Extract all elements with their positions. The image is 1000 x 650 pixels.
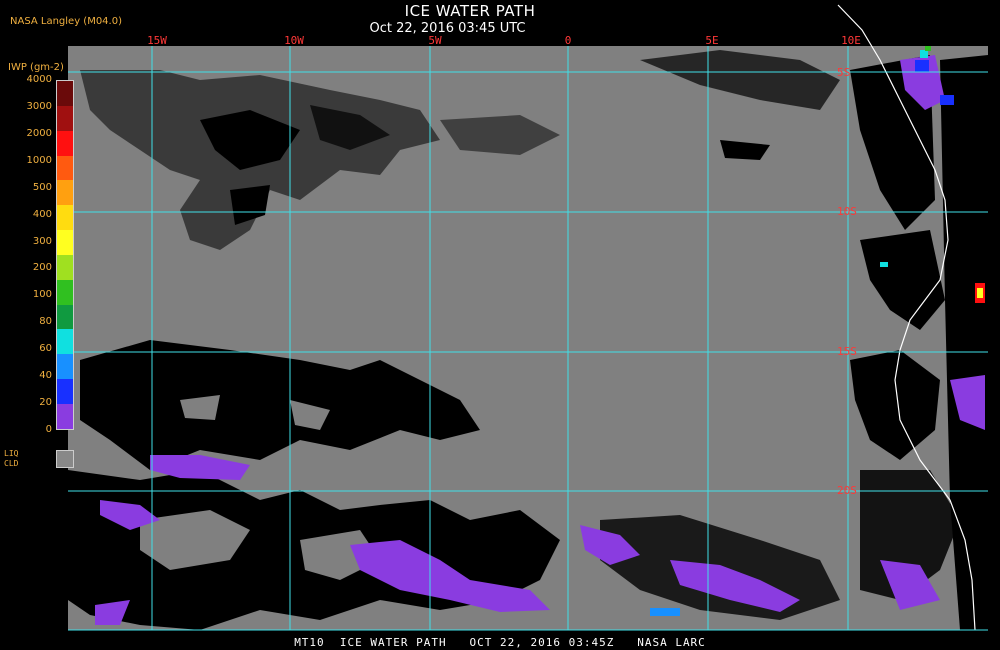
lon-label-10w: 10W [284,34,304,47]
liquid-cloud-swatch [56,450,74,468]
lat-label-20s: 20S [837,484,857,497]
lon-label-5w: 5W [428,34,442,47]
legend-tick: 80 [39,316,52,328]
footer-caption: MT10 ICE WATER PATH OCT 22, 2016 03:45Z … [294,636,706,649]
legend-tick: 0 [45,424,52,435]
legend-tick: 500 [32,181,52,193]
legend-tick: 100 [32,289,52,301]
legend-tick: 2000 [26,127,52,139]
legend-color-segment [57,254,73,280]
legend-color-segment [57,81,73,106]
legend-tick: 200 [32,262,52,274]
legend-tick: 1000 [26,154,52,166]
legend-color-segment [57,105,73,131]
legend-color-segment [57,180,73,206]
lat-label-10s: 10S [837,205,857,218]
lat-label-5s: 5S [837,66,851,79]
map-title: ICE WATER PATH [404,2,536,20]
legend-tick: 40 [39,370,52,382]
legend-color-segment [57,354,73,380]
legend-color-segment [57,155,73,181]
cld-label: CLD [4,459,19,468]
legend-color-segment [57,403,73,429]
liq-label: LIQ [4,449,19,458]
legend-tick: 3000 [26,100,52,112]
legend-color-segment [57,329,73,355]
legend-tick: 400 [32,208,52,220]
map-timestamp: Oct 22, 2016 03:45 UTC [369,21,526,36]
legend-tick: 60 [39,343,52,355]
credit-label: NASA Langley (M04.0) [10,16,122,27]
legend-color-segment [57,379,73,404]
legend-tick: 20 [39,397,52,409]
legend-colorbar [56,80,74,430]
lon-label-15w: 15W [147,34,167,47]
lon-label-0: 0 [564,34,572,47]
legend-color-segment [57,279,73,305]
lat-label-15s: 15S [837,345,857,358]
legend-tick: 300 [32,235,52,247]
lon-label-10e: 10E [841,34,861,47]
lon-label-5e: 5E [705,34,719,47]
legend-color-segment [57,130,73,156]
legend-color-segment [57,304,73,330]
legend-color-segment [57,230,73,255]
legend-tick: 4000 [26,74,52,85]
satellite-map [68,4,988,631]
legend-color-segment [57,205,73,231]
legend-title: IWP (gm-2) [8,62,64,73]
